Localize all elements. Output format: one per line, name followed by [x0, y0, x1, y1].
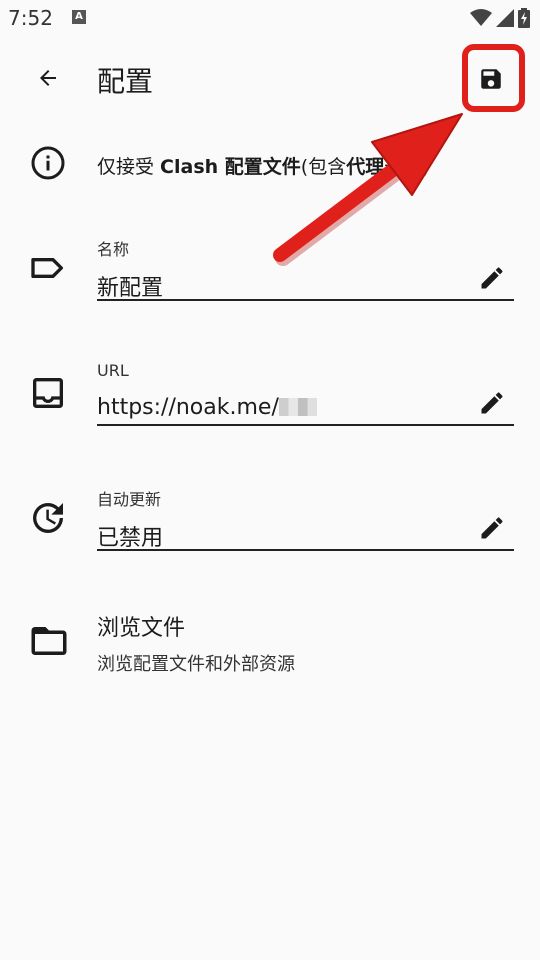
folder-icon: [31, 627, 67, 655]
auto-update-underline: [97, 549, 514, 551]
edit-pencil-icon[interactable]: [478, 514, 506, 542]
auto-update-value: 已禁用: [97, 526, 164, 551]
label-icon: [31, 258, 63, 278]
name-label: 名称: [97, 240, 130, 259]
info-icon: [31, 146, 65, 180]
edit-pencil-icon[interactable]: [478, 264, 506, 292]
arrow-back-icon: [40, 70, 56, 86]
info-bold-proxy: 代理: [346, 156, 385, 178]
page-title: 配置: [97, 65, 154, 98]
name-value: 新配置: [97, 276, 164, 301]
app-bar: 配置: [0, 48, 540, 108]
status-time: 7:52: [8, 6, 53, 30]
info-bold-config: Clash 配置文件: [160, 156, 301, 178]
status-bar: 7:52 A: [0, 0, 540, 38]
name-field[interactable]: 名称 新配置: [0, 230, 540, 320]
info-row: 仅接受 Clash 配置文件(包含代理规则): [0, 140, 540, 190]
screen: 7:52 A 配置 仅接受 Clash 配置文件(包含代理规则) 名称 新配置 …: [0, 0, 540, 960]
info-text: 仅接受 Clash 配置文件(包含代理规则): [97, 152, 430, 179]
url-label: URL: [97, 361, 129, 380]
info-prefix: 仅接受: [97, 156, 161, 178]
url-underline: [97, 424, 514, 426]
notification-badge: A: [72, 10, 86, 24]
back-button[interactable]: [26, 56, 70, 100]
inbox-icon: [33, 378, 63, 408]
signal-icon: [496, 9, 514, 27]
status-icons: [470, 8, 530, 28]
url-field[interactable]: URL https://noak.me/: [0, 355, 540, 445]
edit-pencil-icon[interactable]: [478, 389, 506, 417]
wifi-icon: [470, 9, 492, 26]
browse-files-title: 浏览文件: [97, 616, 186, 641]
auto-update-label: 自动更新: [97, 490, 162, 509]
redacted-block: [278, 398, 317, 416]
name-underline: [97, 299, 514, 301]
url-value-wrapper: https://noak.me/: [97, 395, 317, 420]
browse-files-item[interactable]: 浏览文件 浏览配置文件和外部资源: [0, 600, 540, 690]
save-icon: [481, 69, 501, 89]
url-value: https://noak.me/: [97, 395, 279, 420]
history-icon: [33, 503, 63, 533]
browse-files-subtitle: 浏览配置文件和外部资源: [97, 654, 295, 675]
battery-icon: [518, 8, 530, 28]
info-suffix: 规则): [384, 156, 430, 178]
save-button[interactable]: [468, 56, 514, 102]
auto-update-field[interactable]: 自动更新 已禁用: [0, 480, 540, 570]
info-middle: (包含: [300, 156, 347, 178]
